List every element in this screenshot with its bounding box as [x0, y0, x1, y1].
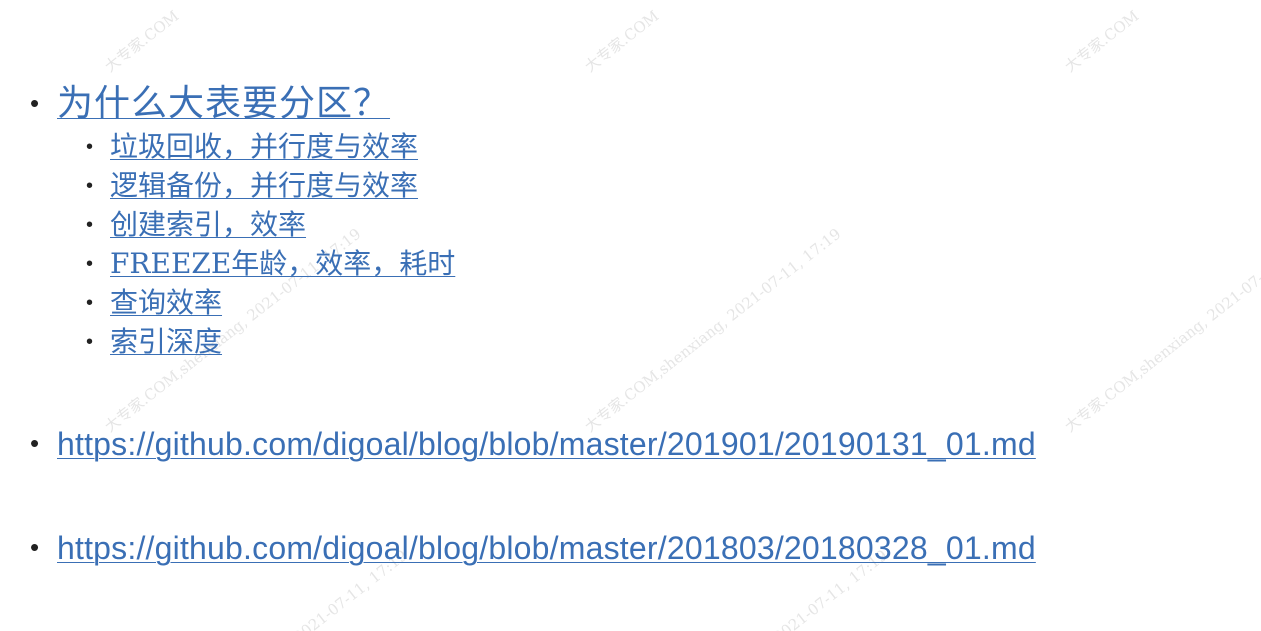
bullet: • [30, 532, 40, 562]
heading-link[interactable]: 为什么大表要分区？ [57, 84, 390, 124]
sub-item-link[interactable]: 索引深度 [110, 325, 222, 359]
url-link[interactable]: https://github.com/digoal/blog/blob/mast… [57, 424, 1036, 464]
sub-item-link[interactable]: 查询效率 [110, 286, 222, 320]
bullet: • [86, 331, 94, 353]
bullet: • [86, 214, 94, 236]
sub-item-link[interactable]: FREEZE年龄，效率，耗时 [110, 247, 455, 281]
sub-item-link[interactable]: 逻辑备份，并行度与效率 [110, 169, 418, 203]
bullet: • [30, 88, 40, 118]
watermark: 大专家.COM,shenxiang, 2021-07-11, 17:19 [581, 224, 845, 436]
bullet: • [86, 175, 94, 197]
slide: 大专家.COM 大专家.COM 大专家.COM 大专家.COM,shenxian… [0, 0, 1261, 631]
bullet: • [86, 292, 94, 314]
bullet: • [30, 428, 40, 458]
watermark: 大专家.COM [1061, 6, 1143, 76]
watermark: 大专家.COM [581, 6, 663, 76]
watermark: 大专家.COM,shenxiang, 2021-07-11, 17:19 [1061, 225, 1261, 436]
sub-item-link[interactable]: 垃圾回收，并行度与效率 [110, 130, 418, 164]
sub-item-link[interactable]: 创建索引，效率 [110, 208, 306, 242]
watermark: 大专家.COM [101, 6, 183, 76]
url-link[interactable]: https://github.com/digoal/blog/blob/mast… [57, 528, 1036, 568]
bullet: • [86, 136, 94, 158]
bullet: • [86, 253, 94, 275]
